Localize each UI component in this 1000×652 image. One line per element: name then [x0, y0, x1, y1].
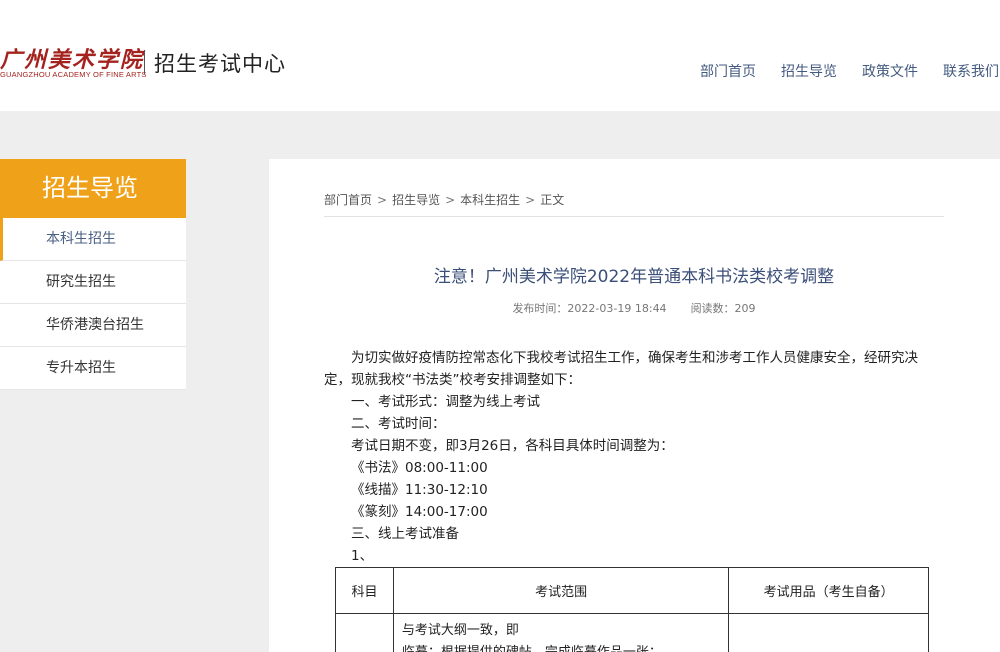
nav-policy-docs[interactable]: 政策文件 — [862, 61, 918, 81]
breadcrumb-divider — [324, 216, 944, 217]
breadcrumb-undergraduate[interactable]: 本科生招生 — [460, 193, 520, 207]
breadcrumb-separator: > — [525, 193, 536, 207]
view-count: 阅读数：209 — [690, 302, 756, 315]
scope-line: 临摹：根据提供的碑帖，完成临摹作品一张； — [402, 642, 720, 652]
table-header: 科目 — [335, 567, 394, 614]
article-paragraph: 考试日期不变，即3月26日，各科目具体时间调整为： — [351, 438, 674, 454]
article-title: 注意！广州美术学院2022年普通本科书法类校考调整 — [433, 267, 835, 287]
breadcrumb-separator: > — [445, 193, 456, 207]
breadcrumb-guide[interactable]: 招生导览 — [392, 193, 440, 207]
table-header: 考试用品（考生自备） — [728, 567, 929, 614]
sidebar-item-upgrade[interactable]: 专升本招生 — [0, 347, 186, 390]
article-paragraph: 1、 — [351, 548, 374, 564]
article-paragraph: 《篆刻》14:00-17:00 — [351, 504, 488, 520]
sidebar-item-overseas[interactable]: 华侨港澳台招生 — [0, 304, 186, 347]
article-paragraph: 《线描》11:30-12:10 — [351, 482, 488, 498]
table-row: 与考试大纲一致，即 临摹：根据提供的碑帖，完成临摹作品一张； — [335, 613, 929, 652]
article-paragraph: 二、考试时间： — [351, 416, 446, 432]
breadcrumb: 部门首页 > 招生导览 > 本科生招生 > 正文 — [324, 191, 564, 208]
publish-time: 发布时间：2022-03-19 18:44 — [512, 302, 667, 315]
article-paragraph: 三、线上考试准备 — [351, 526, 459, 542]
nav-contact[interactable]: 联系我们 — [943, 61, 999, 81]
site-title: 招生考试中心 — [154, 52, 286, 76]
exam-table: 科目 考试范围 考试用品（考生自备） 与考试大纲一致，即 临摹：根据提供的碑帖，… — [335, 567, 929, 652]
article-paragraph: 一、考试形式：调整为线上考试 — [351, 394, 540, 410]
article-panel: 部门首页 > 招生导览 > 本科生招生 > 正文 注意！广州美术学院2022年普通本科书法类… — [269, 159, 1000, 652]
sidebar-item-undergraduate[interactable]: 本科生招生 — [0, 218, 186, 261]
article-body: 为切实做好疫情防控常态化下我校考试招生工作，确保考生和涉考工作人员健康安全，经研… — [324, 347, 944, 567]
header: 广州美术学院 GUANGZHOU ACADEMY OF FINE ARTS 招生… — [0, 0, 1000, 111]
table-header-row: 科目 考试范围 考试用品（考生自备） — [335, 567, 929, 614]
sidebar-menu: 本科生招生 研究生招生 华侨港澳台招生 专升本招生 — [0, 218, 186, 390]
table-cell: 与考试大纲一致，即 临摹：根据提供的碑帖，完成临摹作品一张； — [392, 613, 730, 652]
table-cell — [728, 613, 929, 652]
scope-line: 与考试大纲一致，即 — [401, 623, 519, 638]
nav-admissions-guide[interactable]: 招生导览 — [781, 61, 837, 81]
breadcrumb-home[interactable]: 部门首页 — [324, 193, 372, 207]
nav-home[interactable]: 部门首页 — [700, 61, 756, 81]
logo-divider — [144, 50, 145, 74]
article-paragraph: 《书法》08:00-11:00 — [351, 460, 488, 476]
sidebar-item-graduate[interactable]: 研究生招生 — [0, 261, 186, 304]
breadcrumb-separator: > — [377, 193, 388, 207]
school-logo-english: GUANGZHOU ACADEMY OF FINE ARTS — [0, 70, 147, 79]
sidebar-heading: 招生导览 — [0, 159, 186, 218]
article-paragraph: 为切实做好疫情防控常态化下我校考试招生工作，确保考生和涉考工作人员健康安全，经研… — [324, 350, 918, 388]
article-meta: 发布时间：2022-03-19 18:44 阅读数：209 — [324, 300, 944, 316]
table-header: 考试范围 — [392, 567, 730, 614]
table-cell — [335, 613, 394, 652]
breadcrumb-current: 正文 — [540, 193, 565, 207]
